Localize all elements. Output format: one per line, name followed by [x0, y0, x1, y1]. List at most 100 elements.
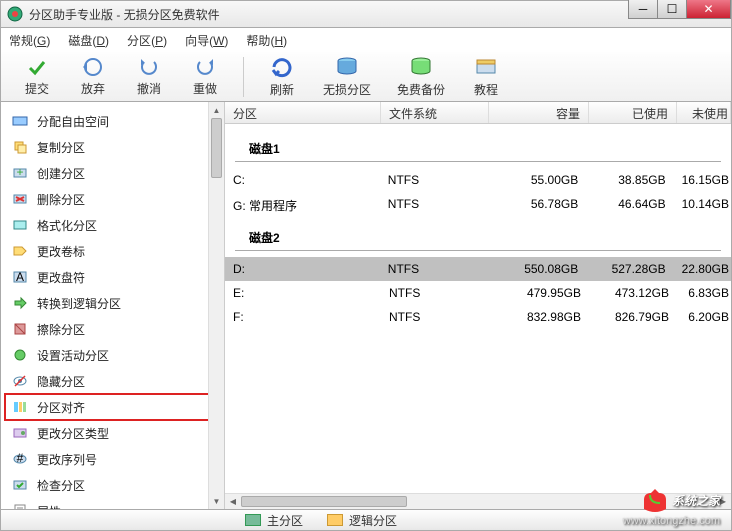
menu-general[interactable]: 常规(G) — [9, 32, 50, 49]
cell-partition: E: — [225, 284, 381, 302]
sidebar-item-check[interactable]: 检查分区 — [5, 472, 220, 498]
cell-partition: F: — [225, 308, 381, 326]
sidebar-item-label: 擦除分区 — [37, 321, 85, 338]
sidebar-item-label: 更改卷标 — [37, 243, 85, 260]
redo-button[interactable]: 重做 — [181, 56, 229, 97]
sidebar-item-delete[interactable]: 删除分区 — [5, 186, 220, 212]
cell-filesystem: NTFS — [380, 260, 487, 278]
cell-used: 527.28GB — [586, 260, 673, 278]
sidebar-item-label: 隐藏分区 — [37, 373, 85, 390]
swatch-logic-icon — [327, 514, 343, 526]
menubar: 常规(G) 磁盘(D) 分区(P) 向导(W) 帮助(H) — [0, 28, 732, 52]
app-icon — [7, 6, 23, 22]
cell-filesystem: NTFS — [381, 284, 489, 302]
table-row[interactable]: C:NTFS55.00GB38.85GB16.15GB — [225, 168, 731, 192]
sidebar: 分配自由空间复制分区 +创建分区删除分区格式化分区更改卷标 A更改盘符转换到逻辑分区… — [1, 102, 225, 509]
sidebar-item-label[interactable]: 更改卷标 — [5, 238, 220, 264]
delete-icon — [11, 190, 29, 208]
sidebar-item-label: 检查分区 — [37, 477, 85, 494]
legend-logic: 逻辑分区 — [327, 512, 397, 529]
menu-partition[interactable]: 分区(P) — [127, 32, 167, 49]
grid-header: 分区 文件系统 容量 已使用 未使用 — [225, 102, 731, 124]
cell-unused: 16.15GB — [674, 171, 731, 189]
scroll-up-icon[interactable]: ▲ — [209, 102, 224, 118]
sidebar-item-serial[interactable]: # 更改序列号 — [5, 446, 220, 472]
grid-body: 磁盘1 C:NTFS55.00GB38.85GB16.15GBG: 常用程序NTF… — [225, 124, 731, 493]
col-used[interactable]: 已使用 — [589, 102, 677, 123]
sidebar-item-convert[interactable]: 转换到逻辑分区 — [5, 290, 220, 316]
col-capacity[interactable]: 容量 — [489, 102, 589, 123]
sidebar-item-hide[interactable]: 隐藏分区 — [5, 368, 220, 394]
menu-wizard[interactable]: 向导(W) — [185, 32, 228, 49]
cell-capacity: 550.08GB — [487, 260, 586, 278]
label-icon — [11, 242, 29, 260]
col-unused[interactable]: 未使用 — [677, 102, 731, 123]
check-icon — [11, 476, 29, 494]
align-icon — [11, 398, 29, 416]
cell-capacity: 55.00GB — [487, 171, 586, 189]
sidebar-item-label: 更改序列号 — [37, 451, 97, 468]
commit-button[interactable]: 提交 — [13, 56, 61, 97]
lossless-button[interactable]: 无损分区 — [314, 55, 380, 98]
menu-disk[interactable]: 磁盘(D) — [68, 32, 109, 49]
alloc-icon — [11, 112, 29, 130]
swatch-main-icon — [245, 514, 261, 526]
sidebar-item-active[interactable]: 设置活动分区 — [5, 342, 220, 368]
scroll-thumb[interactable] — [211, 118, 222, 178]
discard-button[interactable]: 放弃 — [69, 56, 117, 97]
sidebar-item-label: 属性 — [37, 503, 61, 510]
window-controls: ─ ☐ ✕ — [629, 0, 731, 19]
cell-capacity: 479.95GB — [489, 284, 589, 302]
legend-main: 主分区 — [245, 512, 303, 529]
hscroll-thumb[interactable] — [241, 496, 407, 507]
backup-button[interactable]: 免费备份 — [388, 55, 454, 98]
table-row[interactable]: F:NTFS832.98GB826.79GB6.20GB — [225, 305, 731, 329]
refresh-button[interactable]: 刷新 — [258, 55, 306, 98]
sidebar-item-label: 分区对齐 — [37, 399, 85, 416]
svg-text:A: A — [16, 270, 24, 284]
cell-filesystem: NTFS — [380, 195, 487, 216]
disk-title: 磁盘2 — [235, 219, 721, 251]
serial-icon: # — [11, 450, 29, 468]
sidebar-item-type[interactable]: 更改分区类型 — [5, 420, 220, 446]
sidebar-item-label: 删除分区 — [37, 191, 85, 208]
sidebar-item-wipe[interactable]: 擦除分区 — [5, 316, 220, 342]
sidebar-item-create[interactable]: +创建分区 — [5, 160, 220, 186]
toolbar-separator — [243, 57, 244, 97]
cell-unused: 6.20GB — [677, 308, 731, 326]
minimize-button[interactable]: ─ — [628, 0, 658, 19]
col-filesystem[interactable]: 文件系统 — [381, 102, 489, 123]
sidebar-item-label: 更改分区类型 — [37, 425, 109, 442]
sidebar-item-label: 复制分区 — [37, 139, 85, 156]
scroll-left-icon[interactable]: ◀ — [225, 494, 241, 509]
sidebar-item-letter[interactable]: A更改盘符 — [5, 264, 220, 290]
close-button[interactable]: ✕ — [686, 0, 731, 19]
sidebar-item-format[interactable]: 格式化分区 — [5, 212, 220, 238]
table-row[interactable]: G: 常用程序NTFS56.78GB46.64GB10.14GB — [225, 192, 731, 219]
titlebar: 分区助手专业版 - 无损分区免费软件 ─ ☐ ✕ — [0, 0, 732, 28]
sidebar-item-align[interactable]: 分区对齐 — [5, 394, 220, 420]
toolbar: 提交 放弃 撤消 重做 刷新 无损分区 免费备份 教程 — [0, 52, 732, 102]
cell-unused: 22.80GB — [674, 260, 731, 278]
letter-icon: A — [11, 268, 29, 286]
tutorial-button[interactable]: 教程 — [462, 55, 510, 98]
menu-help[interactable]: 帮助(H) — [246, 32, 287, 49]
table-row[interactable]: E:NTFS479.95GB473.12GB6.83GB — [225, 281, 731, 305]
window-title: 分区助手专业版 - 无损分区免费软件 — [29, 6, 220, 23]
sidebar-item-label: 转换到逻辑分区 — [37, 295, 121, 312]
scroll-down-icon[interactable]: ▼ — [209, 493, 224, 509]
table-row[interactable]: D:NTFS550.08GB527.28GB22.80GB — [225, 257, 731, 281]
main-area: 分配自由空间复制分区 +创建分区删除分区格式化分区更改卷标 A更改盘符转换到逻辑分区… — [0, 102, 732, 509]
undo-button[interactable]: 撤消 — [125, 56, 173, 97]
sidebar-scrollbar[interactable]: ▲ ▼ — [208, 102, 224, 509]
col-partition[interactable]: 分区 — [225, 102, 381, 123]
hide-icon — [11, 372, 29, 390]
cell-capacity: 832.98GB — [489, 308, 589, 326]
disk-title: 磁盘1 — [235, 130, 721, 162]
maximize-button[interactable]: ☐ — [657, 0, 687, 19]
svg-text:+: + — [16, 165, 23, 179]
cell-partition: D: — [225, 260, 380, 278]
sidebar-item-copy[interactable]: 复制分区 — [5, 134, 220, 160]
sidebar-item-alloc[interactable]: 分配自由空间 — [5, 108, 220, 134]
sidebar-item-prop[interactable]: 属性 — [5, 498, 220, 509]
